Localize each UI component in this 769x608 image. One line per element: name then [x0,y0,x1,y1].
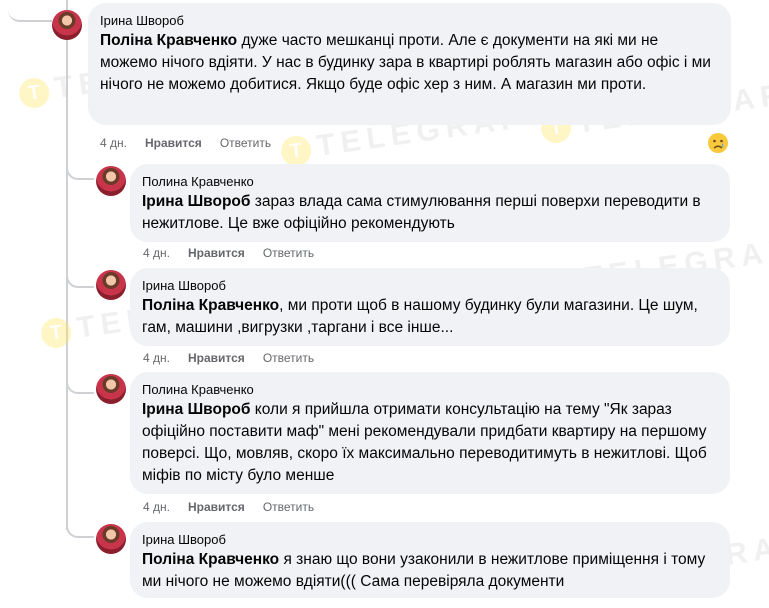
mention-link[interactable]: Ірина Швороб [142,401,250,418]
reply-button[interactable]: Ответить [263,500,314,514]
comment-bubble: Полина Кравченко Ірина Швороб зараз влад… [130,164,730,242]
comment-actions: 4 дн. Нравится Ответить [143,500,314,514]
comment-author[interactable]: Ірина Швороб [142,277,718,295]
thread-hook-2 [66,260,94,288]
comment-text: Поліна Кравченко дуже часто мешканці про… [100,32,711,93]
comment-bubble: Ірина Швороб Поліна Кравченко дуже часто… [88,3,731,125]
avatar[interactable] [96,166,126,196]
avatar[interactable] [96,374,126,404]
comment-text: Ірина Швороб коли я прийшла отримати кон… [142,401,707,484]
avatar[interactable] [52,10,82,40]
thread-hook-4 [66,510,94,538]
comment-actions: 4 дн. Нравится Ответить [100,136,271,150]
comment-author[interactable]: Полина Кравченко [142,381,718,399]
comment-time[interactable]: 4 дн. [143,500,170,514]
mention-link[interactable]: Поліна Кравченко [142,551,279,568]
comment-actions: 4 дн. Нравится Ответить [143,351,314,365]
comment-author[interactable]: Ірина Швороб [100,12,719,30]
like-button[interactable]: Нравится [188,351,245,365]
comment-actions: 4 дн. Нравится Ответить [143,246,314,260]
avatar[interactable] [96,524,126,554]
comment-time[interactable]: 4 дн. [143,351,170,365]
like-button[interactable]: Нравится [188,500,245,514]
thread-hook-3 [66,366,94,394]
like-button[interactable]: Нравится [145,136,202,150]
comment-text: Ірина Швороб зараз влада сама стимулюван… [142,193,701,232]
comment-author[interactable]: Ірина Швороб [142,531,718,549]
comment-time[interactable]: 4 дн. [100,136,127,150]
thread-hook-1 [66,150,94,180]
comment-bubble: Ірина Швороб Поліна Кравченко я знаю що … [130,522,730,598]
reply-button[interactable]: Ответить [263,246,314,260]
comment-bubble: Полина Кравченко Ірина Швороб коли я при… [130,372,730,494]
mention-link[interactable]: Ірина Швороб [142,193,250,210]
mention-link[interactable]: Поліна Кравченко [142,297,279,314]
comment-time[interactable]: 4 дн. [143,246,170,260]
mention-link[interactable]: Поліна Кравченко [100,32,237,49]
comment-bubble: Ірина Швороб Поліна Кравченко, ми проти … [130,268,730,346]
reply-button[interactable]: Ответить [263,351,314,365]
sad-crying-face-icon[interactable] [707,132,729,154]
like-button[interactable]: Нравится [188,246,245,260]
reply-button[interactable]: Ответить [220,136,271,150]
comment-text: Поліна Кравченко я знаю що вони узаконил… [142,551,706,590]
thread-hook-0 [8,0,52,22]
avatar[interactable] [96,270,126,300]
comment-text: Поліна Кравченко, ми проти щоб в нашому … [142,297,698,336]
comment-author[interactable]: Полина Кравченко [142,173,718,191]
